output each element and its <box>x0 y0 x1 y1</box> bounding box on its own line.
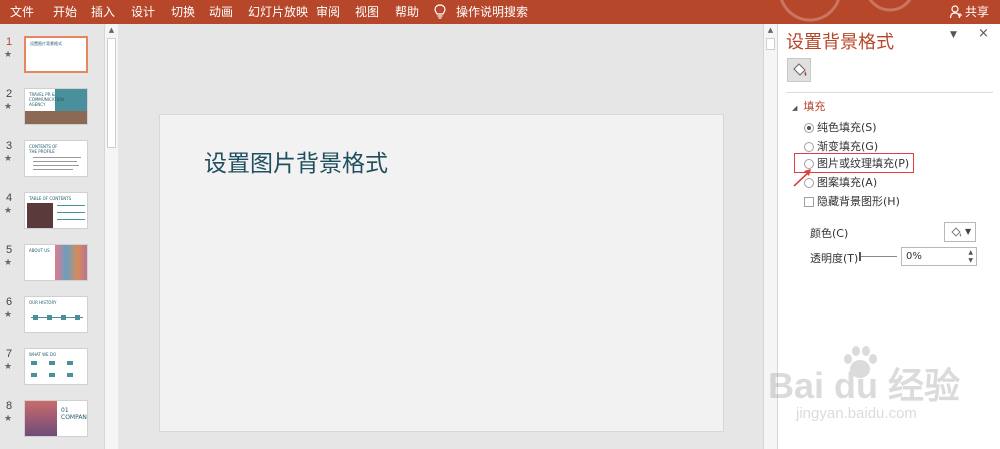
pane-title: 设置背景格式 <box>786 32 894 53</box>
animation-star-icon: ★ <box>4 154 13 164</box>
slide-preview: WHAT WE DO <box>24 348 88 385</box>
chevron-down-icon: ▼ <box>965 227 972 236</box>
animation-star-icon: ★ <box>4 206 13 216</box>
animation-star-icon: ★ <box>4 102 13 112</box>
scroll-thumb[interactable] <box>107 38 116 148</box>
tab-transitions[interactable]: 切换 <box>171 0 195 24</box>
watermark-brand: Bai du 经验 <box>768 365 961 406</box>
slide-editing-canvas: 设置图片背景格式 <box>118 24 763 449</box>
animation-star-icon: ★ <box>4 258 13 268</box>
slide-number: 8 <box>6 400 13 412</box>
spin-down-icon[interactable]: ▼ <box>968 257 973 264</box>
pane-divider <box>786 92 993 93</box>
tab-file[interactable]: 文件 <box>10 0 34 24</box>
color-label: 颜色(C) <box>810 227 849 240</box>
watermark-url: jingyan.baidu.com <box>796 405 917 422</box>
slide-number: 3 <box>6 140 13 152</box>
animation-star-icon: ★ <box>4 414 13 424</box>
slide-preview: 设置图片背景格式 <box>24 36 88 73</box>
option-label: 图片或纹理填充(P) <box>817 157 910 170</box>
radio-button[interactable] <box>804 123 814 133</box>
scroll-up-arrow-icon[interactable]: ▲ <box>105 24 118 36</box>
slide-thumbnail-8[interactable]: 8 ★ 01 COMPANY <box>0 400 100 444</box>
slide-thumbnail-4[interactable]: 4 ★ TABLE OF CONTENTS <box>0 192 100 236</box>
slide-preview-title: OUR HISTORY <box>29 300 57 305</box>
tab-animations[interactable]: 动画 <box>209 0 233 24</box>
transparency-slider-handle[interactable] <box>859 252 861 261</box>
option-label: 图案填充(A) <box>817 176 878 189</box>
slide-thumbnail-2[interactable]: 2 ★ TRAVEL PR & COMMUNICATION AGENCY <box>0 88 100 132</box>
scroll-up-arrow-icon[interactable]: ▲ <box>764 24 777 36</box>
thumbnails-scrollbar[interactable]: ▲ <box>104 24 118 449</box>
tab-home[interactable]: 开始 <box>53 0 77 24</box>
option-label: 隐藏背景图形(H) <box>817 195 900 208</box>
option-label: 纯色填充(S) <box>817 121 877 134</box>
person-icon <box>950 5 962 19</box>
slide-preview: TABLE OF CONTENTS <box>24 192 88 229</box>
slide-number: 5 <box>6 244 13 256</box>
slide-preview: ABOUT US <box>24 244 88 281</box>
close-icon[interactable]: × <box>978 26 989 41</box>
slide-preview: 01 COMPANY <box>24 400 88 437</box>
ribbon-decoration <box>780 0 912 22</box>
slide-thumbnail-6[interactable]: 6 ★ OUR HISTORY <box>0 296 100 340</box>
slide-preview: CONTENTS OF THE PROFILE <box>24 140 88 177</box>
chevron-down-icon[interactable]: ▼ <box>950 30 957 40</box>
ribbon-tab-bar: 文件 开始 插入 设计 切换 动画 幻灯片放映 审阅 视图 帮助 操作说明搜索 … <box>0 0 1000 24</box>
animation-star-icon: ★ <box>4 50 13 60</box>
slide-preview-title: TABLE OF CONTENTS <box>29 196 72 201</box>
paint-bucket-icon[interactable] <box>787 58 811 82</box>
tell-me-label: 操作说明搜索 <box>456 5 529 19</box>
share-label: 共享 <box>965 5 990 19</box>
transparency-label: 透明度(T) <box>810 252 859 265</box>
section-label: 填充 <box>803 100 826 113</box>
fill-section-header[interactable]: ◢ 填充 <box>792 98 825 114</box>
slide-preview-title: WHAT WE DO <box>29 352 57 357</box>
tab-review[interactable]: 审阅 <box>316 0 340 24</box>
slide-title[interactable]: 设置图片背景格式 <box>204 144 388 178</box>
slide-number: 7 <box>6 348 13 360</box>
scroll-thumb[interactable] <box>766 38 775 50</box>
color-picker-button[interactable]: ▼ <box>944 222 976 242</box>
current-slide[interactable]: 设置图片背景格式 <box>159 114 724 432</box>
animation-star-icon: ★ <box>4 310 13 320</box>
slide-preview-title: 设置图片背景格式 <box>30 41 62 46</box>
slide-preview-title: CONTENTS OF THE PROFILE <box>29 144 58 154</box>
transparency-slider-track[interactable] <box>859 256 897 257</box>
watermark: Bai du 经验 jingyan.baidu.com <box>760 345 960 435</box>
checkbox[interactable] <box>804 197 814 207</box>
transparency-value: 0% <box>906 251 922 262</box>
transparency-spinner[interactable]: 0% ▲ ▼ <box>901 247 977 266</box>
slide-preview: TRAVEL PR & COMMUNICATION AGENCY <box>24 88 88 125</box>
slide-preview: OUR HISTORY <box>24 296 88 333</box>
tab-slideshow[interactable]: 幻灯片放映 <box>248 0 308 24</box>
slide-number: 4 <box>6 192 13 204</box>
slide-thumbnails-pane: 1 ★ 设置图片背景格式 2 ★ TRAVEL PR & COMMUNICATI… <box>0 24 104 449</box>
lightbulb-icon <box>434 4 446 19</box>
slide-thumbnail-1[interactable]: 1 ★ 设置图片背景格式 <box>0 36 100 80</box>
slide-number: 1 <box>6 36 13 48</box>
tab-insert[interactable]: 插入 <box>91 0 115 24</box>
slide-thumbnail-7[interactable]: 7 ★ WHAT WE DO <box>0 348 100 392</box>
slide-preview-title: 01 COMPANY <box>61 407 88 421</box>
tab-design[interactable]: 设计 <box>131 0 155 24</box>
tab-help[interactable]: 帮助 <box>395 0 419 24</box>
tab-view[interactable]: 视图 <box>355 0 379 24</box>
slide-number: 6 <box>6 296 13 308</box>
collapse-triangle-icon: ◢ <box>792 104 798 112</box>
radio-button[interactable] <box>804 178 814 188</box>
spin-up-icon[interactable]: ▲ <box>968 249 973 256</box>
slide-number: 2 <box>6 88 13 100</box>
paint-bucket-icon <box>951 227 962 237</box>
slide-thumbnail-5[interactable]: 5 ★ ABOUT US <box>0 244 100 288</box>
slide-preview-title: TRAVEL PR & COMMUNICATION AGENCY <box>29 92 64 107</box>
animation-star-icon: ★ <box>4 362 13 372</box>
slide-thumbnail-3[interactable]: 3 ★ CONTENTS OF THE PROFILE <box>0 140 100 184</box>
radio-button[interactable] <box>804 142 814 152</box>
slide-preview-title: ABOUT US <box>29 248 50 253</box>
